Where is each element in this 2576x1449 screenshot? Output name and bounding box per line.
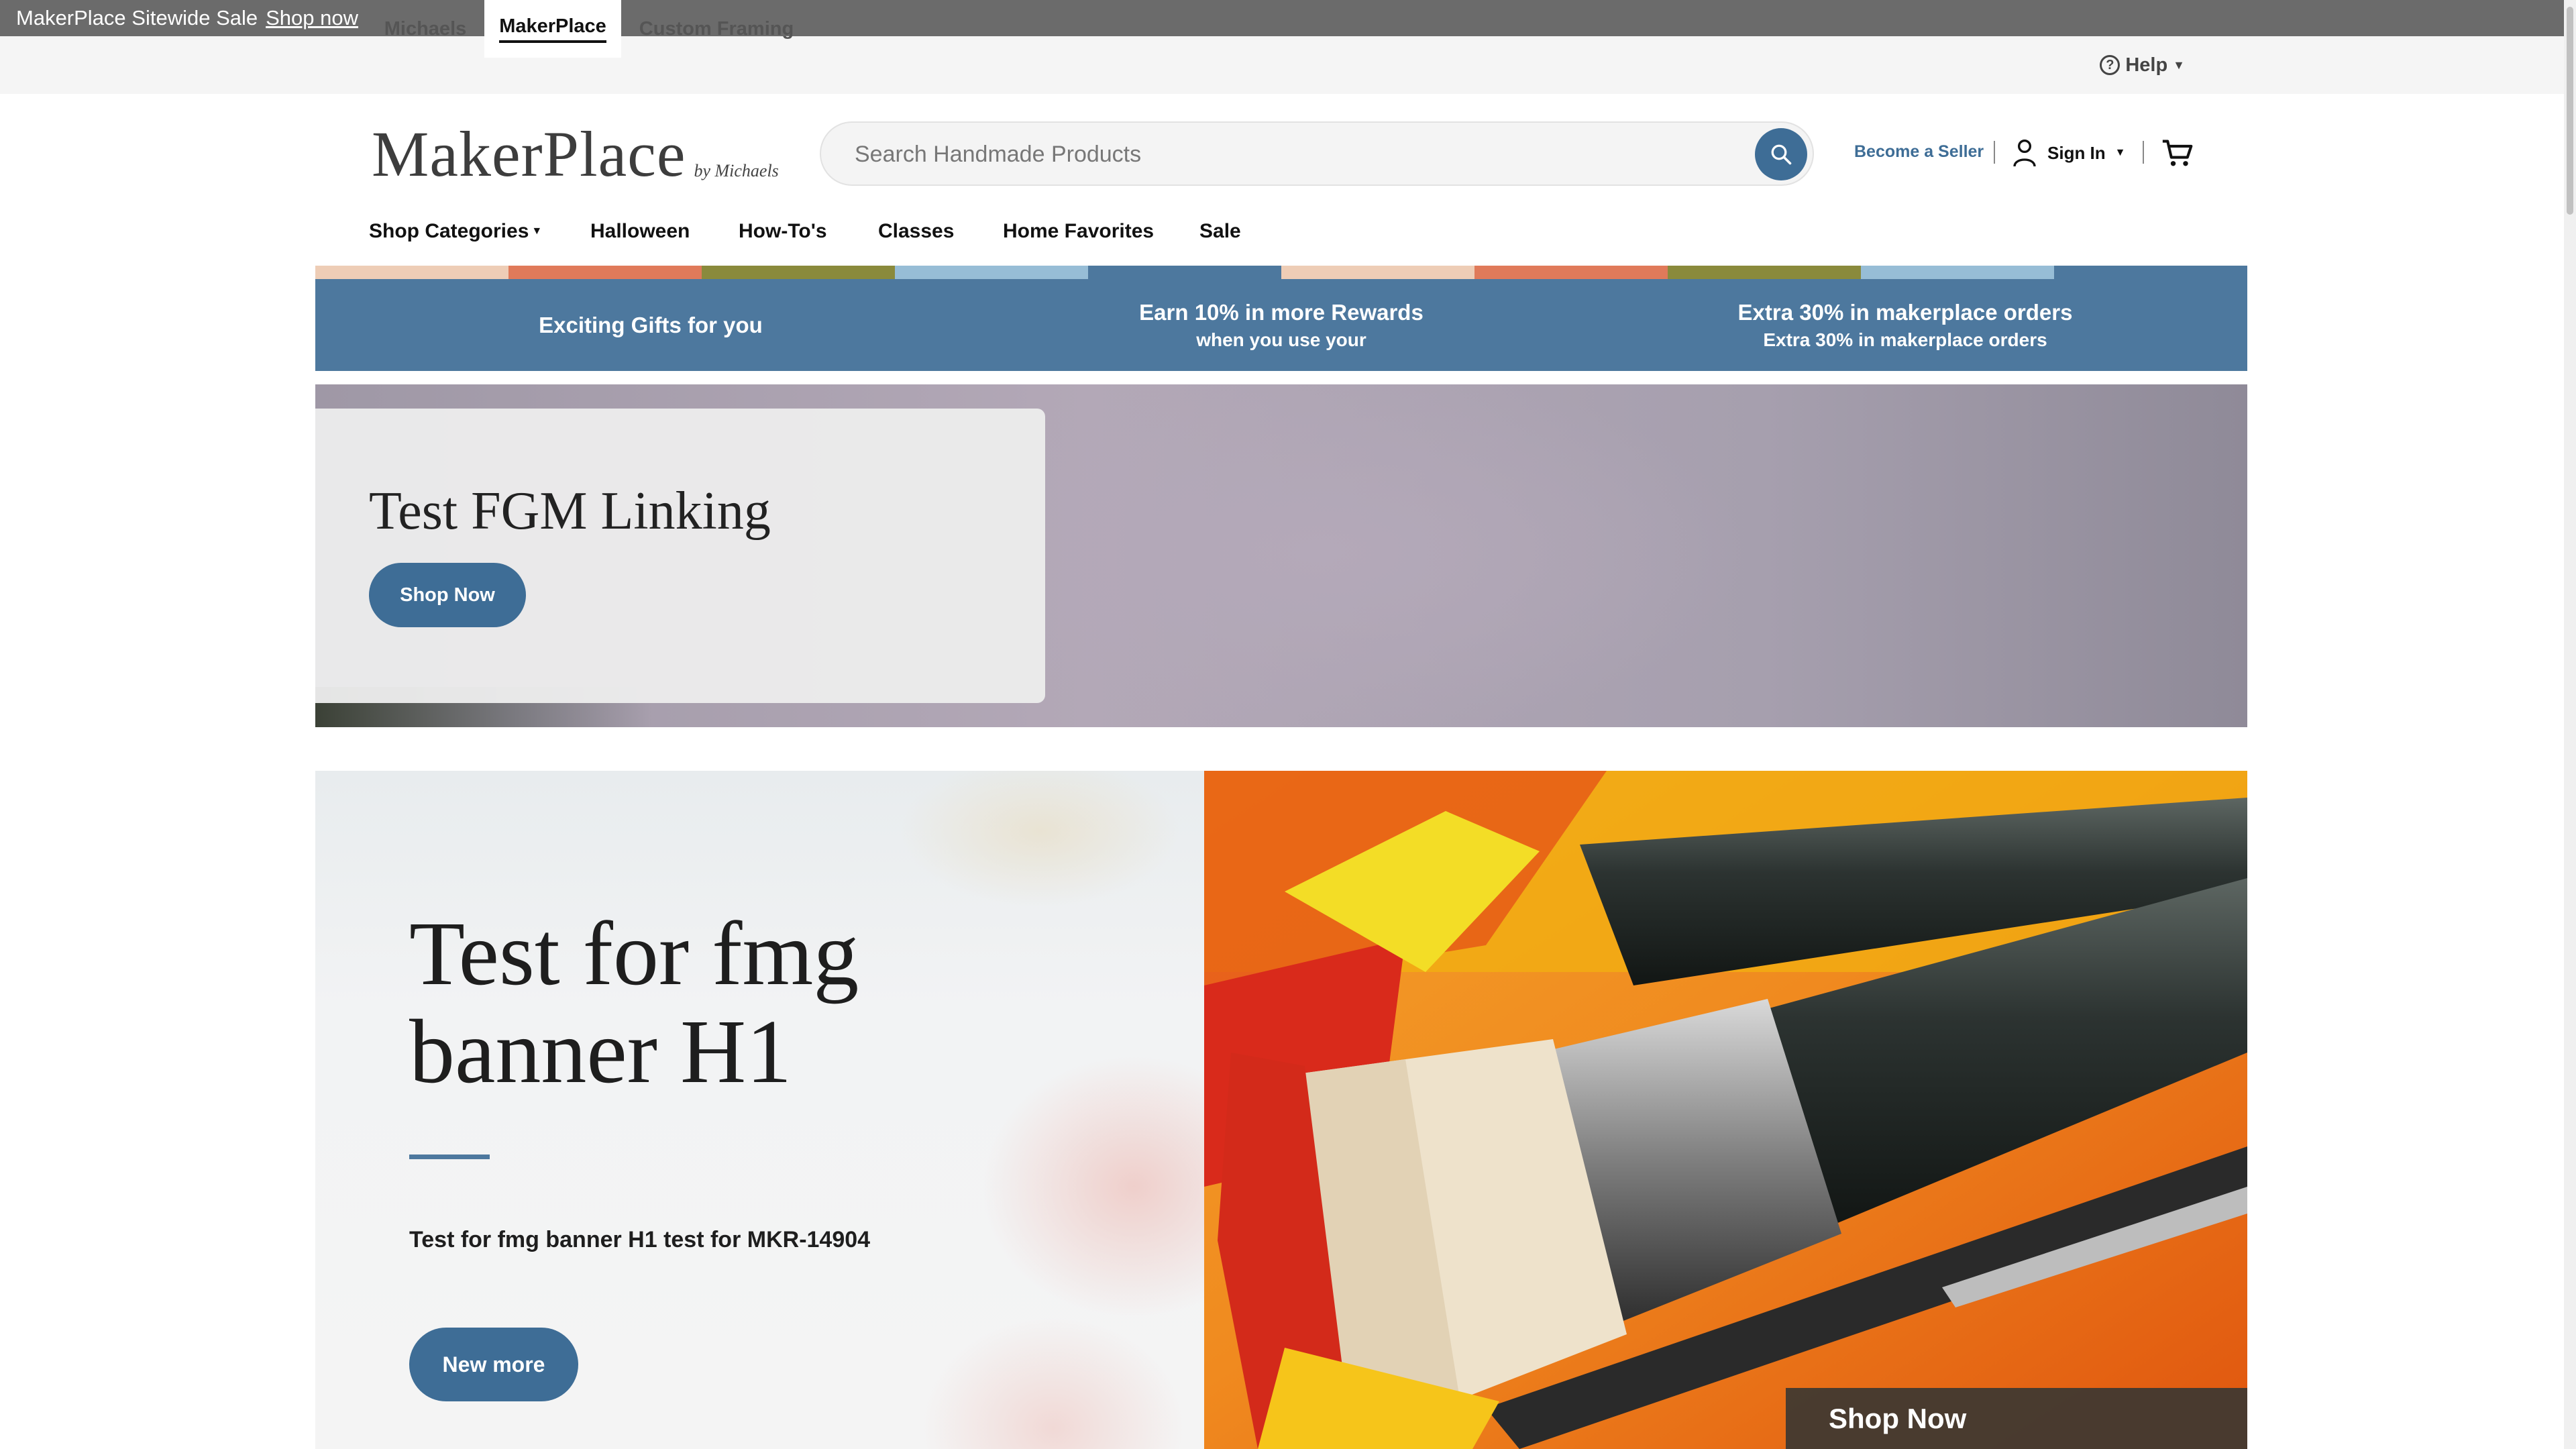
tab-custom-framing-label: Custom Framing: [639, 17, 794, 40]
become-seller-link[interactable]: Become a Seller: [1854, 142, 1984, 162]
paintbrush-image: [1204, 771, 2247, 1449]
nav-home-favorites[interactable]: Home Favorites: [1003, 215, 1154, 248]
help-menu[interactable]: ? Help ▼: [2100, 36, 2185, 94]
search-icon: [1771, 144, 1792, 165]
sign-in-menu[interactable]: Sign In ▼: [2011, 138, 2126, 168]
hero-banner-fgm: Test FGM Linking Shop Now: [315, 384, 2247, 727]
chevron-down-icon: ▼: [2173, 58, 2185, 72]
accent-rule: [409, 1155, 490, 1159]
hero-shop-now-button[interactable]: Shop Now: [369, 563, 526, 627]
hero-banner-fmg: Test for fmg banner H1 Test for fmg bann…: [315, 771, 2247, 1449]
rewards-banner: Exciting Gifts for you Earn 10% in more …: [315, 279, 2247, 371]
hero-text-panel: Test for fmg banner H1 Test for fmg bann…: [315, 771, 1204, 1449]
scrollbar-thumb[interactable]: [2567, 7, 2573, 215]
hero-h1-line1: Test for fmg: [409, 904, 859, 1004]
tab-makerplace-label: MakerPlace: [499, 15, 606, 43]
cart-button[interactable]: [2161, 138, 2194, 169]
tab-michaels-label: Michaels: [384, 17, 467, 40]
hero-body-text: Test for fmg banner H1 test for MKR-1490…: [409, 1227, 871, 1252]
makerplace-logo[interactable]: MakerPlace by Michaels: [372, 113, 779, 186]
reward-subtitle: Extra 30% in makerplace orders: [1763, 329, 2047, 350]
chevron-down-icon: ▼: [2114, 147, 2126, 158]
hero-h1-line2: banner H1: [409, 1002, 792, 1102]
hero-h1: Test for fmg banner H1: [409, 905, 859, 1101]
divider: [1994, 141, 1995, 164]
reward-subtitle: when you use your: [1196, 329, 1366, 350]
tab-makerplace[interactable]: MakerPlace: [484, 0, 621, 58]
stripe-segment: [1861, 266, 2054, 279]
nav-shop-categories-label: Shop Categories: [369, 220, 529, 242]
help-icon: ?: [2100, 55, 2121, 75]
stripe-segment: [1281, 266, 1474, 279]
reward-item-rewards[interactable]: Earn 10% in more Rewards when you use yo…: [1026, 279, 1536, 371]
tab-custom-framing[interactable]: Custom Framing: [631, 0, 802, 58]
promo-text: MakerPlace Sitewide Sale: [16, 6, 258, 30]
search-button[interactable]: [1755, 128, 1807, 180]
stripe-segment: [1088, 266, 1281, 279]
logo-by-michaels: by Michaels: [694, 161, 779, 180]
stripe-segment: [1668, 266, 1861, 279]
stripe-segment: [1474, 266, 1668, 279]
stripe-segment: [315, 266, 508, 279]
search-bar: [820, 121, 1814, 186]
promo-shop-now-link[interactable]: Shop now: [266, 6, 358, 30]
nav-shop-categories[interactable]: Shop Categories ▼: [369, 215, 542, 248]
logo-wordmark: MakerPlace: [372, 118, 686, 190]
stripe-segment: [508, 266, 702, 279]
reward-item-gifts[interactable]: Exciting Gifts for you: [429, 279, 872, 371]
stripe-segment: [2054, 266, 2247, 279]
hero-heading: Test FGM Linking: [369, 482, 771, 541]
reward-title: Earn 10% in more Rewards: [1139, 299, 1424, 325]
sign-in-label: Sign In: [2047, 142, 2106, 163]
reward-title: Extra 30% in makerplace orders: [1737, 299, 2073, 325]
hero-card: Test FGM Linking Shop Now: [315, 409, 1045, 703]
nav-sale[interactable]: Sale: [1199, 215, 1241, 248]
stripe-segment: [895, 266, 1088, 279]
divider: [2143, 141, 2144, 164]
nav-how-tos[interactable]: How-To's: [739, 215, 827, 248]
new-more-button[interactable]: New more: [409, 1328, 578, 1401]
stripe-segment: [702, 266, 895, 279]
user-icon: [2013, 140, 2036, 167]
reward-item-extra[interactable]: Extra 30% in makerplace orders Extra 30%…: [1630, 279, 2180, 371]
help-label: Help: [2125, 54, 2168, 76]
reward-title: Exciting Gifts for you: [539, 312, 763, 337]
page-scrollbar[interactable]: [2564, 0, 2576, 1449]
paintbrush-illustration: [1204, 771, 2247, 1449]
nav-halloween[interactable]: Halloween: [590, 215, 690, 248]
search-input[interactable]: [853, 123, 1728, 186]
tab-michaels[interactable]: Michaels: [368, 0, 483, 58]
cart-icon: [2162, 140, 2193, 166]
caret-down-icon: ▼: [531, 225, 543, 237]
nav-classes[interactable]: Classes: [878, 215, 954, 248]
image-shop-now-cta[interactable]: Shop Now: [1786, 1388, 2247, 1449]
